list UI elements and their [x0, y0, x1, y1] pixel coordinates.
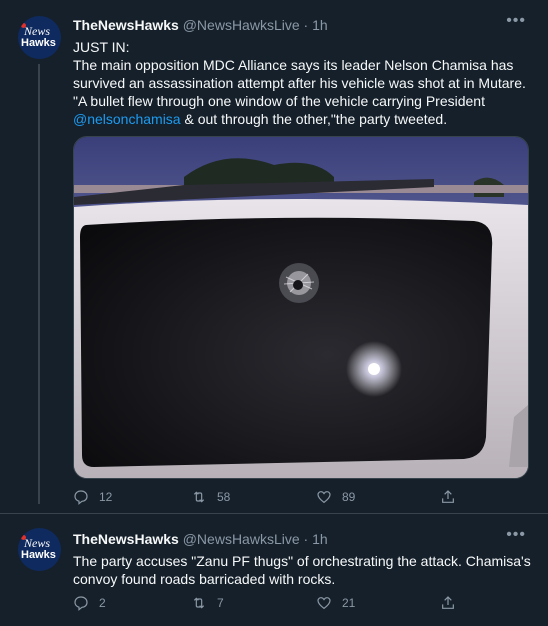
reply-button[interactable]: 2	[73, 595, 106, 611]
reply-icon	[74, 490, 88, 505]
tweet-line: JUST IN:	[73, 39, 130, 55]
share-icon	[442, 596, 454, 609]
like-count: 89	[342, 490, 356, 504]
tweet-line: survived an assassination attempt after …	[73, 75, 526, 91]
retweet-icon	[193, 491, 205, 503]
tweet-line: The main opposition MDC Alliance says it…	[73, 57, 514, 73]
like-button[interactable]: 21	[316, 595, 355, 611]
retweet-icon	[193, 597, 205, 609]
tweet[interactable]: News Hawks TheNewsHawks @NewsHawksLive ·…	[0, 0, 548, 513]
thread-line	[38, 64, 40, 504]
reply-count: 12	[99, 490, 113, 504]
share-button[interactable]	[440, 595, 466, 611]
tweet[interactable]: News Hawks TheNewsHawks @NewsHawksLive ·…	[0, 513, 548, 626]
share-button[interactable]	[440, 489, 466, 505]
tweet-text: The party accuses "Zanu PF thugs" of orc…	[73, 552, 533, 588]
tweet-time[interactable]: · 1h	[304, 17, 328, 33]
tweet-line-rest: & out through the other,"the party tweet…	[180, 111, 448, 127]
tweet-line: "A bullet flew through one window of the…	[73, 93, 485, 109]
tweet-text: JUST IN: The main opposition MDC Allianc…	[73, 38, 533, 128]
mention-link[interactable]: @nelsonchamisa	[73, 111, 181, 127]
author-handle[interactable]: @NewsHawksLive	[183, 531, 300, 547]
avatar[interactable]: News Hawks	[18, 528, 61, 571]
tweet-time[interactable]: · 1h	[304, 531, 328, 547]
author-name[interactable]: TheNewsHawks	[73, 17, 179, 33]
car-window-photo	[74, 137, 528, 478]
reply-count: 2	[99, 596, 106, 610]
tweet-actions: 2 7 21	[73, 595, 493, 615]
tweet-header: TheNewsHawks @NewsHawksLive · 1h	[73, 17, 328, 33]
avatar-text-hawks: Hawks	[21, 37, 56, 49]
tweet-actions: 12 58 89	[73, 489, 493, 509]
more-icon[interactable]: •••	[506, 526, 526, 544]
retweet-count: 7	[217, 596, 224, 610]
retweet-button[interactable]: 7	[191, 595, 224, 611]
retweet-count: 58	[217, 490, 231, 504]
tweet-header: TheNewsHawks @NewsHawksLive · 1h	[73, 531, 328, 547]
heart-icon	[317, 491, 331, 504]
reply-button[interactable]: 12	[73, 489, 112, 505]
avatar[interactable]: News Hawks	[18, 16, 61, 59]
author-handle[interactable]: @NewsHawksLive	[183, 17, 300, 33]
avatar-text-hawks: Hawks	[21, 549, 56, 561]
heart-icon	[317, 597, 331, 610]
share-icon	[442, 490, 454, 503]
more-icon[interactable]: •••	[506, 12, 526, 30]
author-name[interactable]: TheNewsHawks	[73, 531, 179, 547]
reply-icon	[74, 596, 88, 611]
tweet-line: convoy found roads barricaded with rocks…	[73, 571, 336, 587]
like-count: 21	[342, 596, 356, 610]
like-button[interactable]: 89	[316, 489, 355, 505]
tweet-line: The party accuses "Zanu PF thugs" of orc…	[73, 553, 531, 569]
tweet-line: @nelsonchamisa & out through the other,"…	[73, 110, 533, 128]
retweet-button[interactable]: 58	[191, 489, 230, 505]
tweet-photo[interactable]	[73, 136, 529, 479]
